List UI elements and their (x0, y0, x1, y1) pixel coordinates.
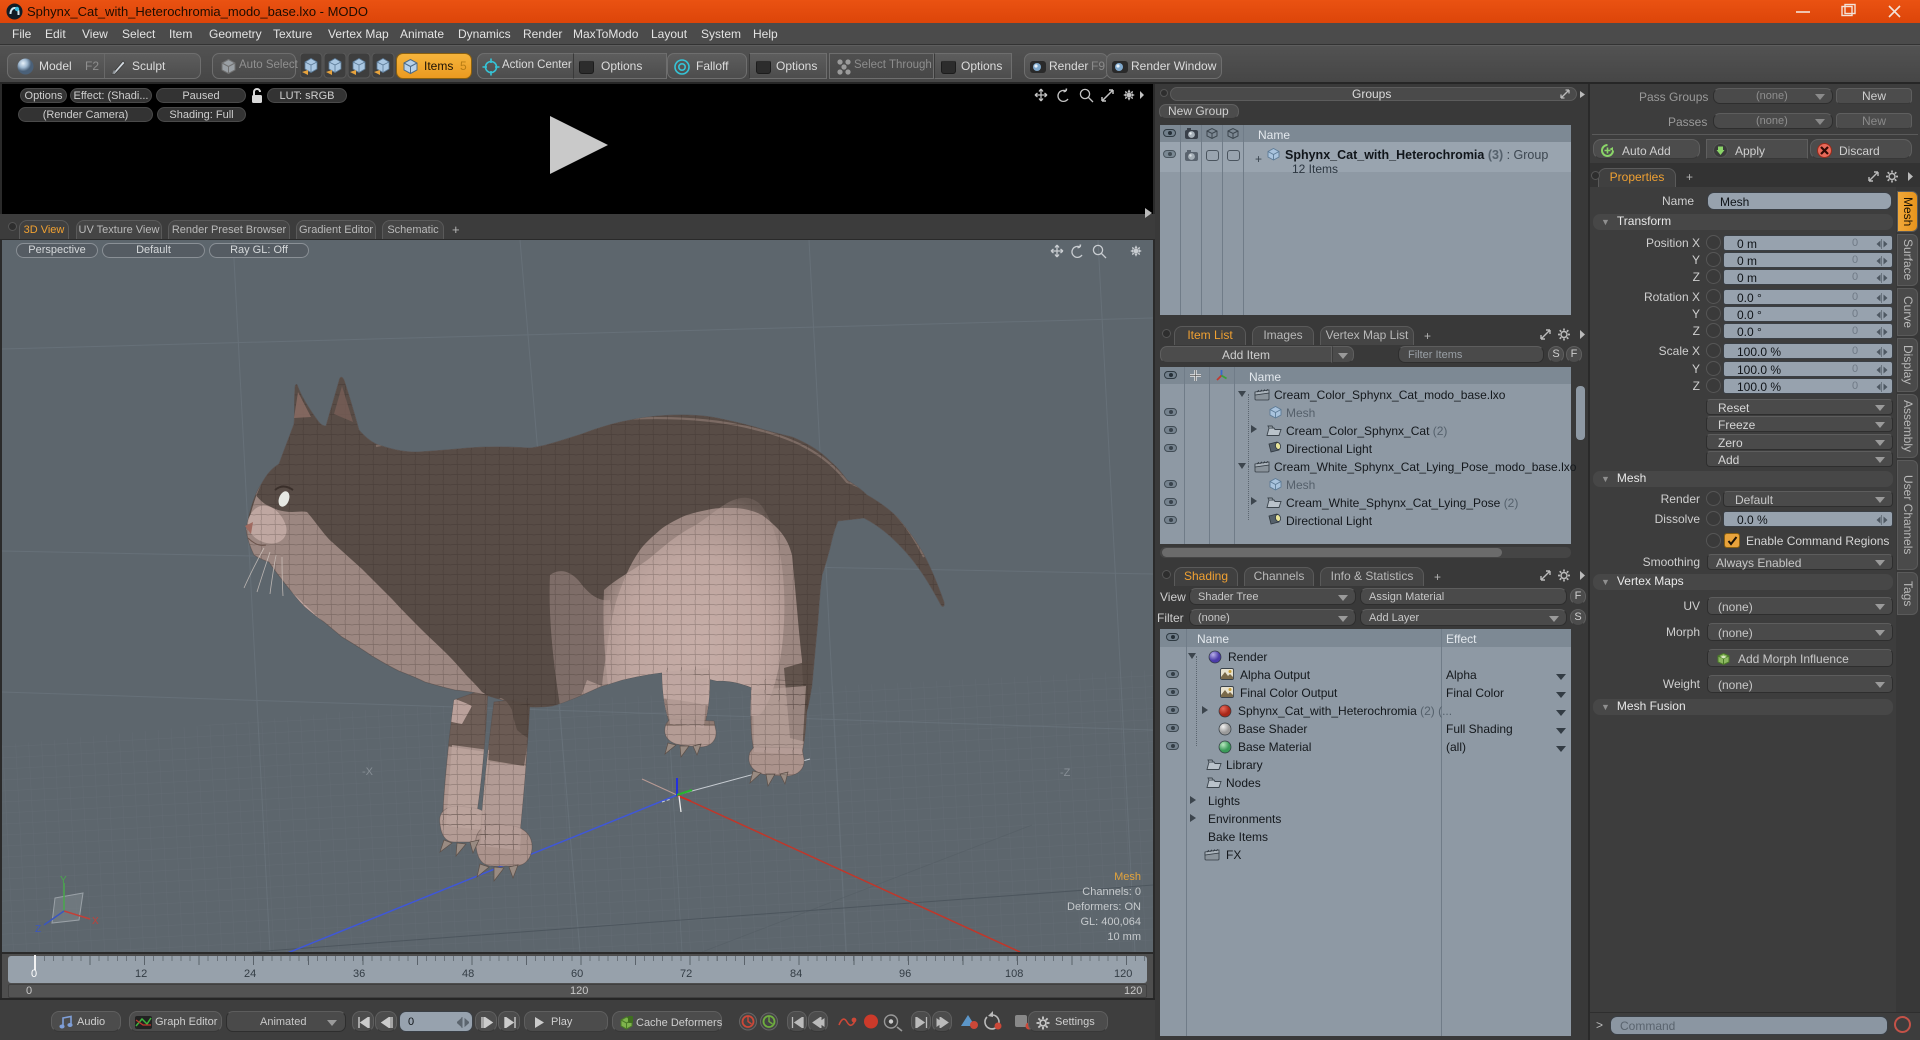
svg-text:X: X (92, 916, 99, 927)
svg-text:Z: Z (35, 924, 41, 935)
svg-text:Y: Y (60, 875, 67, 886)
